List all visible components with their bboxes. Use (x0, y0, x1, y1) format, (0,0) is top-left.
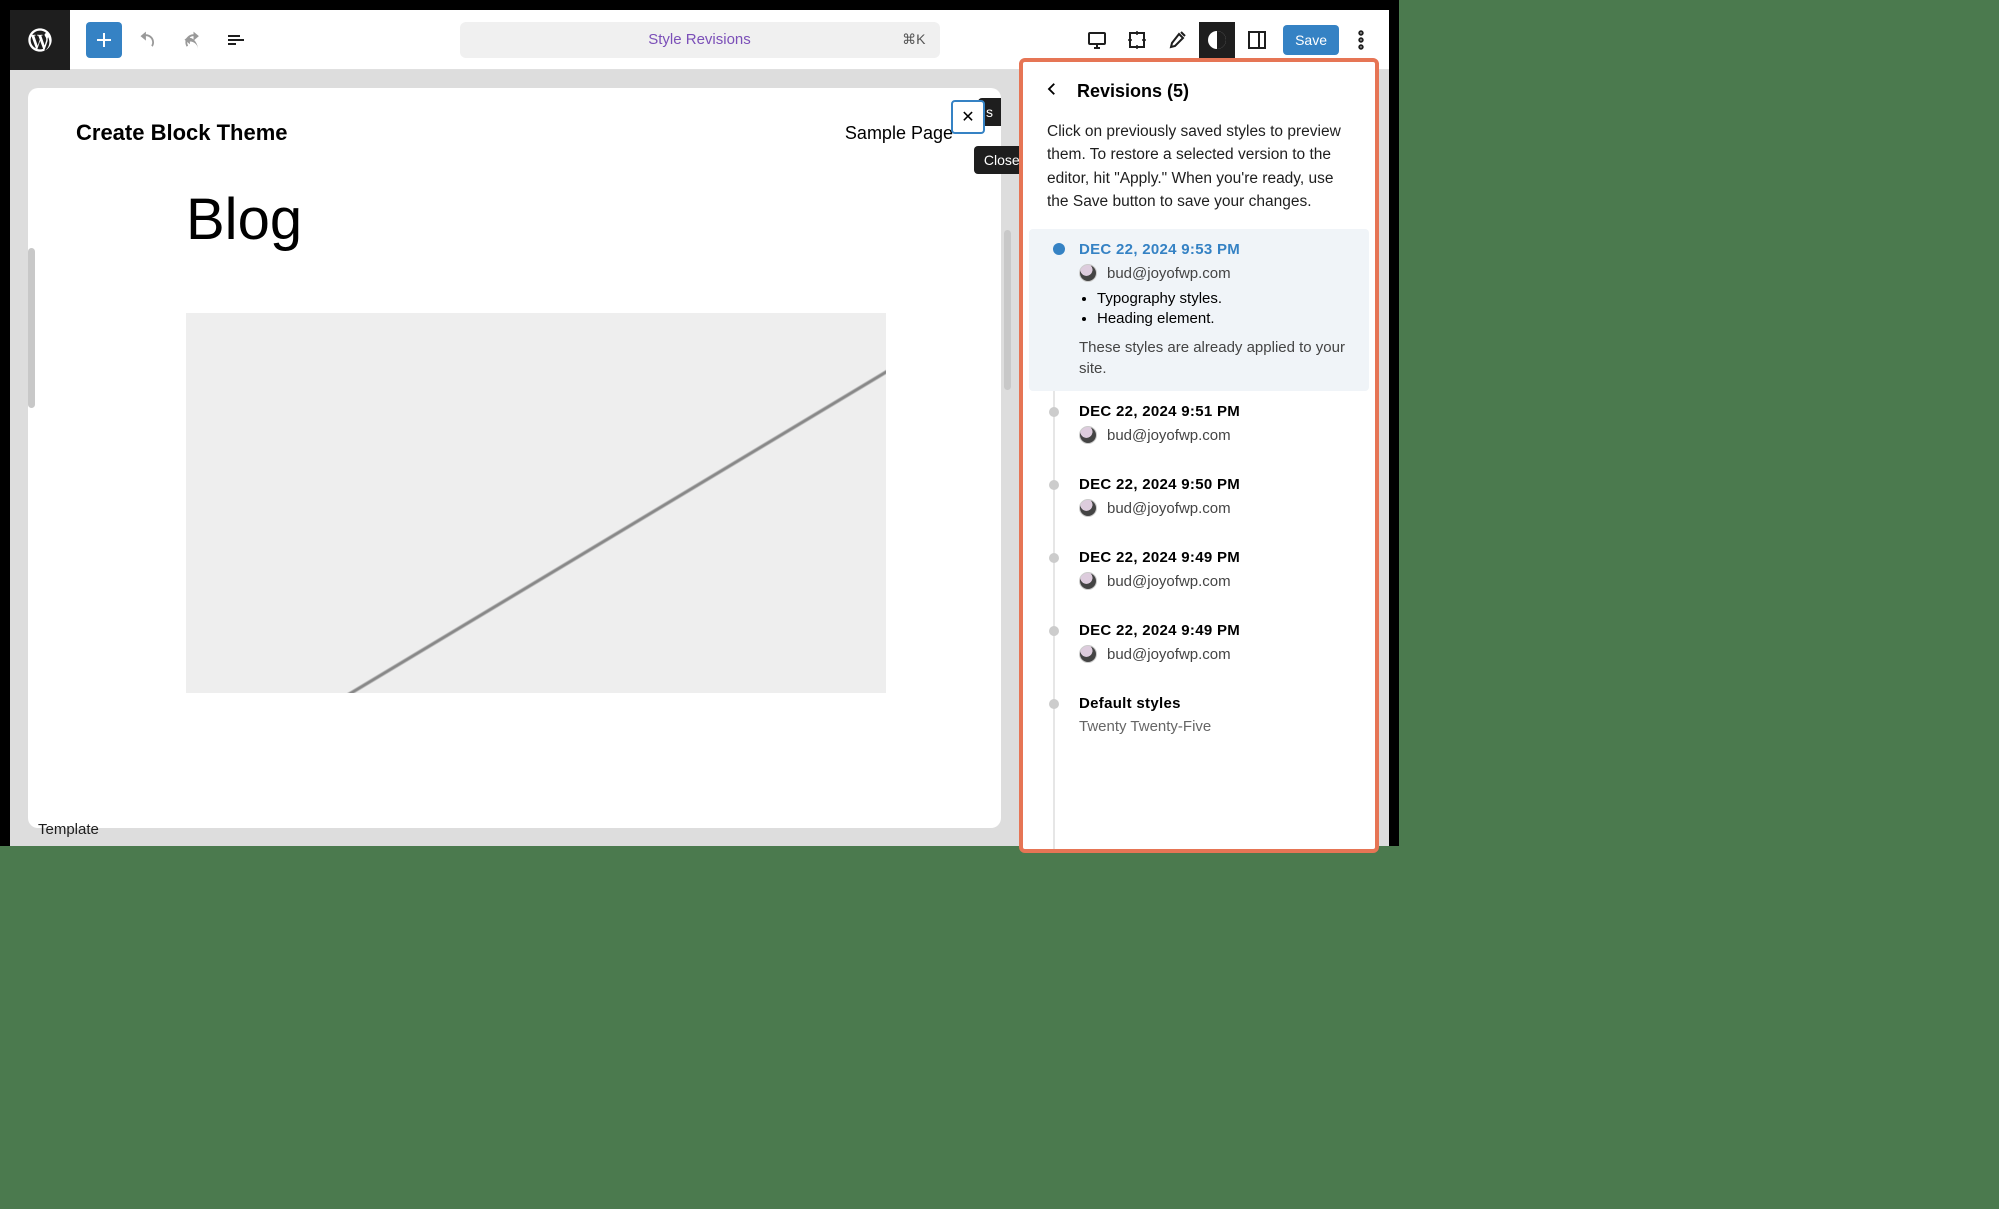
timeline-dot-icon (1049, 480, 1059, 490)
revision-item[interactable]: DEC 22, 2024 9:50 PM bud@joyofwp.com (1023, 464, 1375, 537)
tools-icon[interactable] (1159, 22, 1195, 58)
default-styles-label: Default styles (1079, 695, 1359, 712)
view-desktop-icon[interactable] (1079, 22, 1115, 58)
scrollbar-left[interactable] (28, 248, 35, 408)
revision-item[interactable]: DEC 22, 2024 9:53 PM bud@joyofwp.com Typ… (1029, 229, 1369, 391)
page-preview: s ✕ Close re Create Block Theme Sample P… (28, 88, 1001, 828)
undo-button[interactable] (130, 22, 166, 58)
nav-link-sample-page[interactable]: Sample Page (845, 123, 953, 144)
revision-date: DEC 22, 2024 9:50 PM (1079, 476, 1359, 493)
revisions-list: DEC 22, 2024 9:53 PM bud@joyofwp.com Typ… (1023, 229, 1375, 849)
block-inserter-button[interactable] (86, 22, 122, 58)
change-item: Typography styles. (1097, 290, 1357, 307)
list-view-button[interactable] (218, 22, 254, 58)
revision-author: bud@joyofwp.com (1107, 573, 1231, 590)
timeline-dot-icon (1049, 407, 1059, 417)
revision-date: DEC 22, 2024 9:49 PM (1079, 622, 1359, 639)
close-panel-button[interactable]: ✕ (951, 100, 985, 134)
breadcrumb[interactable]: Template (38, 821, 99, 838)
document-title: Style Revisions (648, 31, 751, 48)
document-title-bar[interactable]: Style Revisions ⌘K (460, 22, 940, 58)
zoom-out-icon[interactable] (1119, 22, 1155, 58)
revision-item[interactable]: DEC 22, 2024 9:49 PM bud@joyofwp.com (1023, 537, 1375, 610)
redo-button[interactable] (174, 22, 210, 58)
scrollbar-right[interactable] (1004, 230, 1011, 390)
revision-author: bud@joyofwp.com (1107, 427, 1231, 444)
styles-icon[interactable] (1199, 22, 1235, 58)
avatar-icon (1079, 264, 1097, 282)
timeline-dot-icon (1053, 243, 1065, 255)
command-shortcut: ⌘K (902, 31, 925, 48)
revision-date: DEC 22, 2024 9:51 PM (1079, 403, 1359, 420)
settings-panel-icon[interactable] (1239, 22, 1275, 58)
timeline-dot-icon (1049, 626, 1059, 636)
avatar-icon (1079, 645, 1097, 663)
timeline-dot-icon (1049, 553, 1059, 563)
revision-note: These styles are already applied to your… (1079, 337, 1357, 379)
avatar-icon (1079, 572, 1097, 590)
back-button[interactable] (1039, 78, 1065, 104)
avatar-icon (1079, 499, 1097, 517)
site-title[interactable]: Create Block Theme (76, 120, 288, 146)
panel-title: Revisions (5) (1077, 81, 1189, 102)
revision-author: bud@joyofwp.com (1107, 646, 1231, 663)
revision-item[interactable]: DEC 22, 2024 9:49 PM bud@joyofwp.com (1023, 610, 1375, 683)
wordpress-logo[interactable] (10, 10, 70, 70)
options-menu-icon[interactable] (1343, 22, 1379, 58)
revision-author: bud@joyofwp.com (1107, 265, 1231, 282)
default-theme-name: Twenty Twenty-Five (1079, 718, 1359, 735)
featured-image-placeholder[interactable] (186, 313, 886, 693)
save-button[interactable]: Save (1283, 25, 1339, 55)
query-title[interactable]: Blog (186, 186, 953, 253)
avatar-icon (1079, 426, 1097, 444)
change-item: Heading element. (1097, 310, 1357, 327)
revision-author: bud@joyofwp.com (1107, 500, 1231, 517)
revision-changes: Typography styles. Heading element. (1079, 290, 1357, 327)
revision-item-default[interactable]: Default styles Twenty Twenty-Five (1023, 683, 1375, 747)
revision-item[interactable]: DEC 22, 2024 9:51 PM bud@joyofwp.com (1023, 391, 1375, 464)
revisions-panel: Revisions (5) Click on previously saved … (1019, 58, 1379, 853)
revision-date: DEC 22, 2024 9:53 PM (1079, 241, 1357, 258)
revision-date: DEC 22, 2024 9:49 PM (1079, 549, 1359, 566)
timeline-dot-icon (1049, 699, 1059, 709)
panel-description: Click on previously saved styles to prev… (1023, 114, 1375, 229)
